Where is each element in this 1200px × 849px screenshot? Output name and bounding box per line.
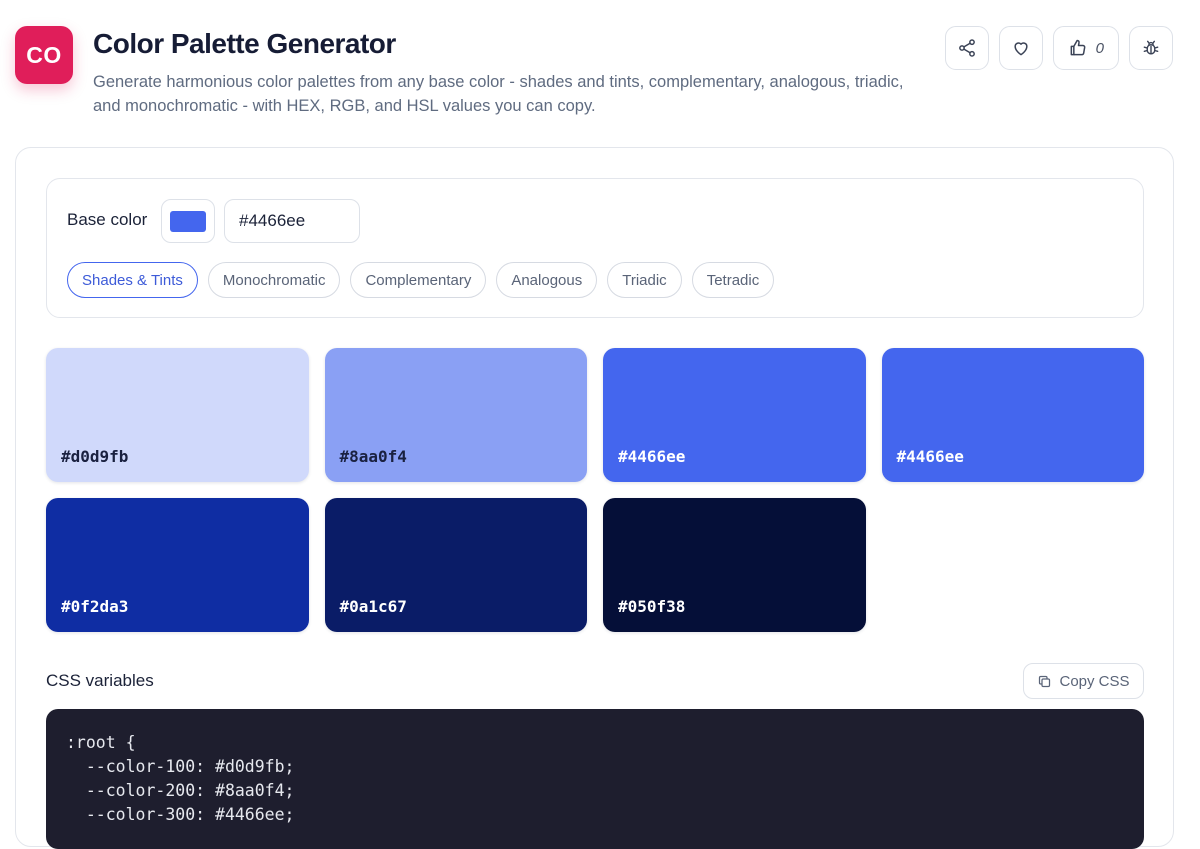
copy-css-label: Copy CSS [1059, 672, 1130, 690]
base-color-picker[interactable] [161, 199, 215, 243]
mode-tab-shades-tints[interactable]: Shades & Tints [67, 262, 198, 298]
color-swatch-tile[interactable]: #8aa0f4 [324, 348, 587, 482]
report-bug-button[interactable] [1129, 26, 1173, 70]
thumbs-up-icon [1070, 39, 1086, 56]
palette-mode-tabs: Shades & Tints Monochromatic Complementary… [67, 262, 775, 298]
base-hex-input[interactable] [224, 199, 360, 243]
color-swatch-tile[interactable]: #4466ee [603, 348, 866, 482]
swatch-hex-label: #4466ee [618, 447, 686, 466]
share-icon [958, 39, 975, 57]
controls-panel: Base color Shades & TintsMonochromaticCo… [46, 178, 1144, 318]
swatch-hex-label: #4466ee [896, 447, 964, 466]
header-actions: 0 [944, 26, 1173, 70]
heart-icon [1014, 42, 1028, 56]
swatch-hex-label: #8aa0f4 [339, 447, 407, 466]
palette-swatch-grid: #d0d9fb #8aa0f4 #4466ee #4466ee #0f2da3 #0a1c… [46, 348, 1144, 632]
color-swatch-tile[interactable]: #0f2da3 [46, 498, 309, 632]
copy-css-button[interactable]: Copy CSS [1023, 663, 1144, 699]
page-title: Color Palette Generator [93, 28, 396, 59]
color-swatch-tile[interactable]: #050f38 [603, 498, 866, 632]
palette-card: Base color Shades & TintsMonochromaticCo… [15, 147, 1174, 849]
like-count: 0 [1095, 39, 1104, 57]
base-color-label: Base color [67, 210, 148, 229]
swatch-hex-label: #050f38 [618, 597, 686, 616]
bug-icon [1143, 40, 1159, 55]
color-swatch-tile[interactable]: #0a1c67 [324, 498, 587, 632]
page-description: Generate harmonious color palettes from … [93, 73, 904, 115]
swatch-hex-label: #d0d9fb [61, 447, 129, 466]
mode-tab-triadic[interactable]: Triadic [607, 262, 682, 298]
base-color-swatch [170, 210, 206, 232]
color-swatch-tile[interactable]: #4466ee [881, 348, 1144, 482]
mode-tab-tetradic[interactable]: Tetradic [691, 262, 775, 298]
code-line: --color-300: #4466ee; [66, 805, 295, 824]
code-line: --color-200: #8aa0f4; [66, 781, 295, 800]
share-button[interactable] [944, 26, 989, 70]
swatch-hex-label: #0a1c67 [339, 597, 407, 616]
mode-tab-analogous[interactable]: Analogous [496, 262, 598, 298]
mode-tab-monochromatic[interactable]: Monochromatic [207, 262, 341, 298]
like-button[interactable]: 0 [1052, 26, 1119, 70]
app-logo: CO [15, 26, 73, 84]
code-line: --color-100: #d0d9fb; [66, 757, 295, 776]
copy-icon [1039, 675, 1051, 687]
color-swatch-tile[interactable]: #d0d9fb [46, 348, 309, 482]
swatch-hex-label: #0f2da3 [61, 597, 129, 616]
favorite-button[interactable] [998, 26, 1043, 70]
code-line: :root { [66, 733, 136, 752]
css-variables-title: CSS variables [46, 671, 154, 690]
mode-tab-complementary[interactable]: Complementary [350, 262, 487, 298]
css-code-block: :root { --color-100: #d0d9fb; --color-20… [46, 709, 1144, 849]
